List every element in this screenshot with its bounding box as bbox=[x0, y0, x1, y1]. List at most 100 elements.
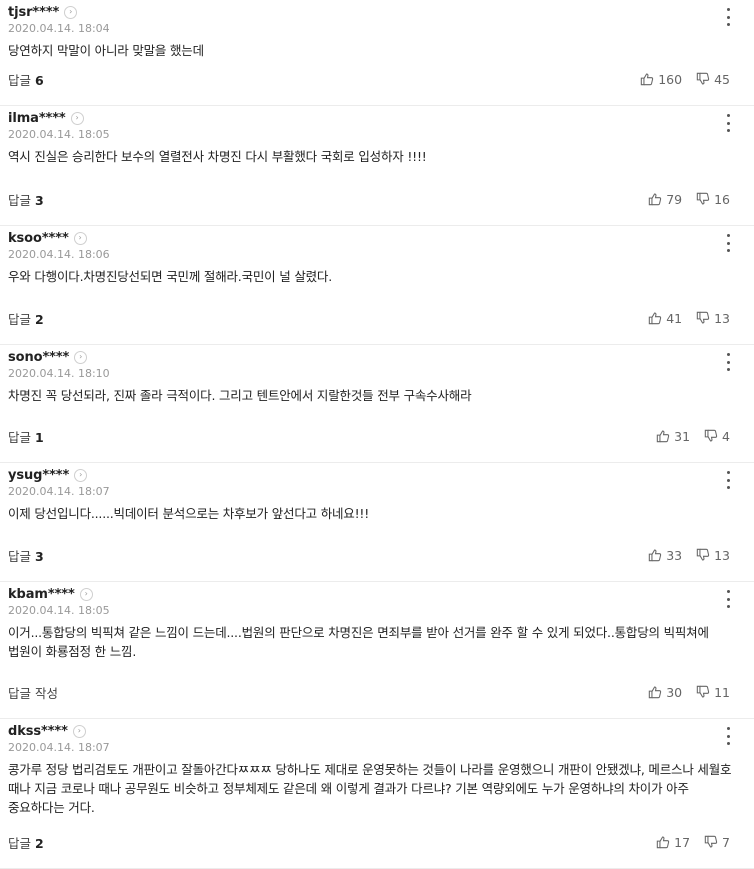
profile-chevron-icon[interactable]: › bbox=[72, 724, 86, 738]
profile-chevron-icon[interactable]: › bbox=[64, 5, 78, 19]
comment-footer: 답글 3 33 13 bbox=[8, 545, 754, 565]
dislike-button[interactable]: 16 bbox=[696, 192, 730, 207]
comment-footer: 답글 6 160 45 bbox=[8, 69, 754, 89]
profile-chevron-icon[interactable]: › bbox=[73, 231, 87, 245]
vote-group: 33 13 bbox=[648, 545, 730, 565]
thumbs-down-icon bbox=[696, 548, 714, 562]
like-button[interactable]: 160 bbox=[640, 72, 682, 87]
comment-item: tjsr**** › 2020.04.14. 18:04 당연하지 막말이 아니… bbox=[0, 0, 754, 106]
like-count: 79 bbox=[666, 191, 683, 207]
like-count: 30 bbox=[666, 684, 683, 700]
reply-count: 2 bbox=[35, 311, 44, 327]
comment-list: tjsr**** › 2020.04.14. 18:04 당연하지 막말이 아니… bbox=[0, 0, 754, 869]
comment-item: sono**** › 2020.04.14. 18:10 차명진 꼭 당선되라,… bbox=[0, 345, 754, 463]
reply-button[interactable]: 답글 작성 bbox=[8, 683, 58, 702]
profile-chevron-icon[interactable]: › bbox=[74, 350, 88, 364]
thumbs-down-icon bbox=[696, 311, 714, 325]
reply-button[interactable]: 답글 3 bbox=[8, 546, 44, 565]
comment-header: ilma**** › bbox=[8, 109, 746, 132]
reply-label: 답글 bbox=[8, 548, 32, 564]
comment-nickname[interactable]: ilma**** bbox=[8, 111, 66, 126]
more-options-icon[interactable] bbox=[724, 471, 732, 489]
reply-count: 6 bbox=[35, 72, 44, 88]
reply-button[interactable]: 답글 3 bbox=[8, 190, 44, 209]
dislike-count: 13 bbox=[714, 310, 730, 326]
like-count: 17 bbox=[674, 834, 691, 850]
comment-date: 2020.04.14. 18:06 bbox=[8, 248, 110, 261]
comment-header: sono**** › bbox=[8, 348, 746, 371]
dislike-button[interactable]: 4 bbox=[704, 429, 730, 444]
vote-group: 79 16 bbox=[648, 189, 730, 209]
comment-footer: 답글 작성 30 11 bbox=[8, 682, 754, 702]
reply-button[interactable]: 답글 1 bbox=[8, 427, 44, 446]
dislike-button[interactable]: 7 bbox=[704, 835, 730, 850]
reply-count: 3 bbox=[35, 548, 44, 564]
thumbs-down-icon bbox=[696, 72, 714, 86]
dislike-button[interactable]: 11 bbox=[696, 685, 730, 700]
comment-nickname[interactable]: sono**** bbox=[8, 350, 69, 365]
dislike-count: 7 bbox=[722, 834, 730, 850]
comment-text: 이제 당선입니다......빅데이터 분석으로는 차후보가 앞선다고 하네요!!… bbox=[8, 506, 370, 521]
like-count: 160 bbox=[658, 71, 683, 87]
reply-label: 답글 bbox=[8, 311, 32, 327]
comment-nickname[interactable]: ysug**** bbox=[8, 468, 69, 483]
more-options-icon[interactable] bbox=[724, 590, 732, 608]
profile-chevron-icon[interactable]: › bbox=[70, 111, 84, 125]
profile-chevron-icon[interactable]: › bbox=[79, 587, 93, 601]
more-options-icon[interactable] bbox=[724, 234, 732, 252]
like-button[interactable]: 79 bbox=[648, 192, 682, 207]
like-count: 33 bbox=[666, 547, 683, 563]
comment-header: ksoo**** › bbox=[8, 229, 746, 252]
comment-item: ysug**** › 2020.04.14. 18:07 이제 당선입니다...… bbox=[0, 463, 754, 582]
like-count: 31 bbox=[674, 428, 691, 444]
like-button[interactable]: 33 bbox=[648, 548, 682, 563]
like-button[interactable]: 31 bbox=[656, 429, 690, 444]
profile-chevron-icon[interactable]: › bbox=[74, 468, 88, 482]
reply-count: 2 bbox=[35, 835, 44, 851]
dislike-count: 4 bbox=[722, 428, 730, 444]
comment-text: 당연하지 막말이 아니라 맞말을 했는데 bbox=[8, 43, 204, 58]
comment-text: 역시 진실은 승리한다 보수의 열렬전사 차명진 다시 부활했다 국회로 입성하… bbox=[8, 149, 427, 164]
like-button[interactable]: 30 bbox=[648, 685, 682, 700]
thumbs-up-icon bbox=[656, 835, 674, 849]
dislike-count: 16 bbox=[714, 191, 730, 207]
reply-button[interactable]: 답글 2 bbox=[8, 309, 44, 328]
comment-date: 2020.04.14. 18:07 bbox=[8, 485, 110, 498]
vote-group: 160 45 bbox=[640, 69, 730, 89]
dislike-button[interactable]: 45 bbox=[696, 72, 730, 87]
reply-label: 답글 작성 bbox=[8, 685, 58, 701]
thumbs-up-icon bbox=[648, 311, 666, 325]
vote-group: 30 11 bbox=[648, 682, 730, 702]
vote-group: 31 4 bbox=[656, 426, 730, 446]
comment-footer: 답글 3 79 16 bbox=[8, 189, 754, 209]
comment-nickname[interactable]: tjsr**** bbox=[8, 5, 59, 20]
vote-group: 41 13 bbox=[648, 308, 730, 328]
more-options-icon[interactable] bbox=[724, 114, 732, 132]
comment-date: 2020.04.14. 18:07 bbox=[8, 741, 110, 754]
comment-nickname[interactable]: kbam**** bbox=[8, 587, 75, 602]
dislike-button[interactable]: 13 bbox=[696, 311, 730, 326]
reply-button[interactable]: 답글 6 bbox=[8, 70, 44, 89]
dislike-button[interactable]: 13 bbox=[696, 548, 730, 563]
like-button[interactable]: 41 bbox=[648, 311, 682, 326]
thumbs-up-icon bbox=[648, 685, 666, 699]
more-options-icon[interactable] bbox=[724, 8, 732, 26]
comment-header: ysug**** › bbox=[8, 466, 746, 489]
reply-button[interactable]: 답글 2 bbox=[8, 833, 44, 852]
comment-nickname[interactable]: ksoo**** bbox=[8, 231, 69, 246]
comment-header: tjsr**** › bbox=[8, 3, 746, 26]
thumbs-down-icon bbox=[696, 192, 714, 206]
thumbs-down-icon bbox=[704, 429, 722, 443]
thumbs-down-icon bbox=[704, 835, 722, 849]
comment-text: 차명진 꼭 당선되라, 진짜 졸라 극적이다. 그리고 텐트안에서 지랄한것들 … bbox=[8, 388, 472, 403]
thumbs-up-icon bbox=[640, 72, 658, 86]
like-count: 41 bbox=[666, 310, 683, 326]
like-button[interactable]: 17 bbox=[656, 835, 690, 850]
more-options-icon[interactable] bbox=[724, 727, 732, 745]
comment-header: kbam**** › bbox=[8, 585, 746, 608]
comment-nickname[interactable]: dkss**** bbox=[8, 724, 68, 739]
comment-item: ilma**** › 2020.04.14. 18:05 역시 진실은 승리한다… bbox=[0, 106, 754, 226]
dislike-count: 45 bbox=[714, 71, 730, 87]
comment-date: 2020.04.14. 18:05 bbox=[8, 604, 110, 617]
more-options-icon[interactable] bbox=[724, 353, 732, 371]
